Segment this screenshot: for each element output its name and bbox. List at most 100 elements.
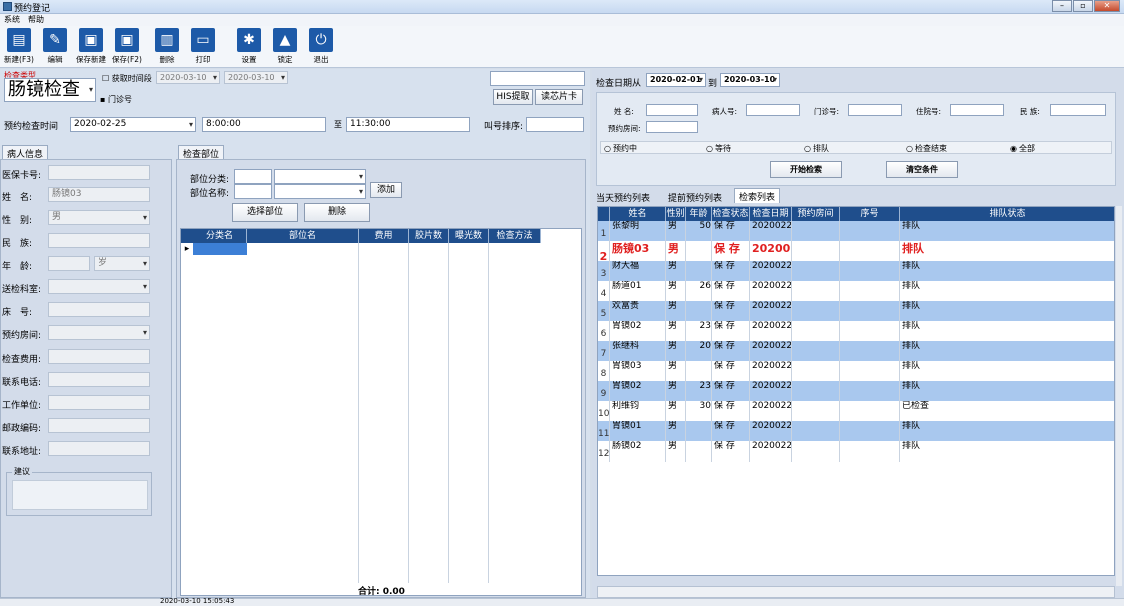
current-row-arrow-icon: ▸ <box>184 244 190 254</box>
address-input[interactable] <box>48 441 150 456</box>
save-new-button[interactable]: ▣ 保存新建 <box>74 28 108 65</box>
cell-status: 保 存 <box>712 421 750 442</box>
work-unit-input[interactable] <box>48 395 150 410</box>
search-ethnicity-input[interactable] <box>1050 104 1106 116</box>
search-outpatient-input[interactable] <box>848 104 902 116</box>
to-label: 至 <box>334 120 342 129</box>
add-part-button[interactable]: 添加 <box>370 182 402 198</box>
lock-button[interactable]: ▲ 锁定 <box>268 28 302 65</box>
search-patient-no-input[interactable] <box>746 104 800 116</box>
age-unit-select[interactable]: 岁 <box>94 256 150 271</box>
cell-status: 保 存 <box>712 261 750 282</box>
time-range-checkbox[interactable]: ☐ 获取时间段 <box>102 73 152 84</box>
room-select[interactable] <box>48 325 150 340</box>
table-row[interactable]: 3财大福男 保 存20200225 排队 <box>598 261 1114 282</box>
radio-finished[interactable]: 检查结束 <box>906 143 947 154</box>
grid-vertical-scrollbar[interactable] <box>1116 206 1122 586</box>
grid-corner <box>181 229 193 243</box>
settings-button[interactable]: ✱ 设置 <box>232 28 266 65</box>
cell-status: 保 存 <box>712 241 750 262</box>
table-row[interactable]: 12肠镜02男 保 存20200225 排队 <box>598 441 1114 462</box>
insurance-card-input[interactable] <box>48 165 150 180</box>
queue-order-input[interactable] <box>526 117 584 132</box>
table-row[interactable]: 6胃镜02男23保 存20200225 排队 <box>598 321 1114 342</box>
start-search-button[interactable]: 开始检索 <box>770 161 842 178</box>
search-name-input[interactable] <box>646 104 698 116</box>
grid-horizontal-scrollbar[interactable] <box>597 586 1115 598</box>
table-row[interactable]: 2 肠镜03 男 保 存 20200 排队 <box>598 241 1114 262</box>
ethnicity-input[interactable] <box>48 233 150 248</box>
table-row[interactable]: 7张继科男20保 存20200225 排队 <box>598 341 1114 362</box>
outpatient-radio[interactable]: ▪ 门诊号 <box>100 94 132 105</box>
delete-part-button[interactable]: 删除 <box>304 203 370 222</box>
table-row[interactable]: 11胃镜01男 保 存20200225 排队 <box>598 421 1114 442</box>
table-row[interactable]: 5欢富贵男 保 存20200225 排队 <box>598 301 1114 322</box>
dept-select[interactable] <box>48 279 150 294</box>
bed-input[interactable] <box>48 302 150 317</box>
date-from-input[interactable]: 2020-03-10 <box>156 71 220 84</box>
edit-button[interactable]: ✎ 编辑 <box>38 28 72 65</box>
save-button[interactable]: ▣ 保存(F2) <box>110 28 144 65</box>
table-row[interactable]: 1张黎明男50保 存20200225 排队 <box>598 221 1114 242</box>
appt-time-from-input[interactable]: 8:00:00 <box>202 117 326 132</box>
appointment-grid: 姓名 性别 年龄 检查状态 检查日期 预约房间 序号 排队状态 1 张黎明男 50 保… <box>597 206 1115 576</box>
new-button[interactable]: ▤ 新建(F3) <box>2 28 36 65</box>
table-row[interactable]: 8胃镜03男 保 存20200225 排队 <box>598 361 1114 382</box>
menu-help[interactable]: 帮助 <box>28 14 44 26</box>
new-document-icon: ▤ <box>7 28 31 52</box>
table-row[interactable]: 10利维钧男30保 存20200225 已检查 <box>598 401 1114 422</box>
appt-time-to-input[interactable]: 11:30:00 <box>346 117 470 132</box>
exam-type-select[interactable]: 肠镜检查 <box>4 78 96 102</box>
tab-today-list[interactable]: 当天预约列表 <box>596 191 650 204</box>
menu-system[interactable]: 系统 <box>4 14 20 26</box>
tab-advance-list[interactable]: 提前预约列表 <box>668 191 722 204</box>
delete-button[interactable]: ▥ 删除 <box>150 28 184 65</box>
cell-n: 5 <box>598 301 610 322</box>
search-room-input[interactable] <box>646 121 698 133</box>
tab-exam-parts[interactable]: 检查部位 <box>178 145 225 160</box>
table-row[interactable]: 4肠道01男26保 存20200225 排队 <box>598 281 1114 302</box>
table-row[interactable]: 9胃镜02男23保 存20200225 排队 <box>598 381 1114 402</box>
read-card-button[interactable]: 读芯片卡 <box>535 89 583 105</box>
part-category-select[interactable] <box>274 169 366 184</box>
cell-room <box>792 321 840 342</box>
phone-input[interactable] <box>48 372 150 387</box>
sex-select[interactable]: 男 <box>48 210 150 225</box>
exit-button[interactable]: ⏻ 退出 <box>304 28 338 65</box>
tab-search-list[interactable]: 检索列表 <box>734 188 781 203</box>
zip-input[interactable] <box>48 418 150 433</box>
part-name-select[interactable] <box>274 184 366 199</box>
search-inpatient-input[interactable] <box>950 104 1004 116</box>
his-input[interactable] <box>490 71 585 86</box>
close-button[interactable]: ✕ <box>1094 0 1120 12</box>
search-inpatient-label: 住院号: <box>916 107 942 116</box>
cell-date: 20200225 <box>750 301 792 322</box>
date-to-input[interactable]: 2020-03-10 <box>224 71 288 84</box>
radio-waiting[interactable]: 等待 <box>706 143 731 154</box>
radio-all[interactable]: 全部 <box>1010 143 1035 154</box>
radio-queue[interactable]: 排队 <box>804 143 829 154</box>
patient-name-input[interactable]: 肠镜03 <box>48 187 150 202</box>
fee-input[interactable] <box>48 349 150 364</box>
print-button[interactable]: ▭ 打印 <box>186 28 220 65</box>
minimize-button[interactable]: – <box>1052 0 1072 12</box>
his-extract-button[interactable]: HIS提取 <box>493 89 533 105</box>
parts-grid-selected-cell[interactable] <box>193 243 247 255</box>
exam-date-from[interactable]: 2020-02-01 <box>646 73 706 87</box>
suggestion-textarea[interactable] <box>12 480 148 510</box>
radio-appointed[interactable]: 预约中 <box>604 143 637 154</box>
clear-conditions-button[interactable]: 清空条件 <box>886 161 958 178</box>
cell-status: 保 存 <box>712 381 750 402</box>
part-name-code-input[interactable] <box>234 184 272 199</box>
exam-date-to[interactable]: 2020-03-10 <box>720 73 780 87</box>
cell-room <box>792 281 840 302</box>
select-part-button[interactable]: 选择部位 <box>232 203 298 222</box>
age-input[interactable] <box>48 256 90 271</box>
maximize-button[interactable]: ▫ <box>1073 0 1093 12</box>
cell-n: 7 <box>598 341 610 362</box>
part-category-code-input[interactable] <box>234 169 272 184</box>
cell-n: 10 <box>598 401 610 422</box>
tab-patient-info[interactable]: 病人信息 <box>2 145 49 160</box>
appt-date-input[interactable]: 2020-02-25 <box>70 117 196 132</box>
cell-sex: 男 <box>666 281 686 302</box>
